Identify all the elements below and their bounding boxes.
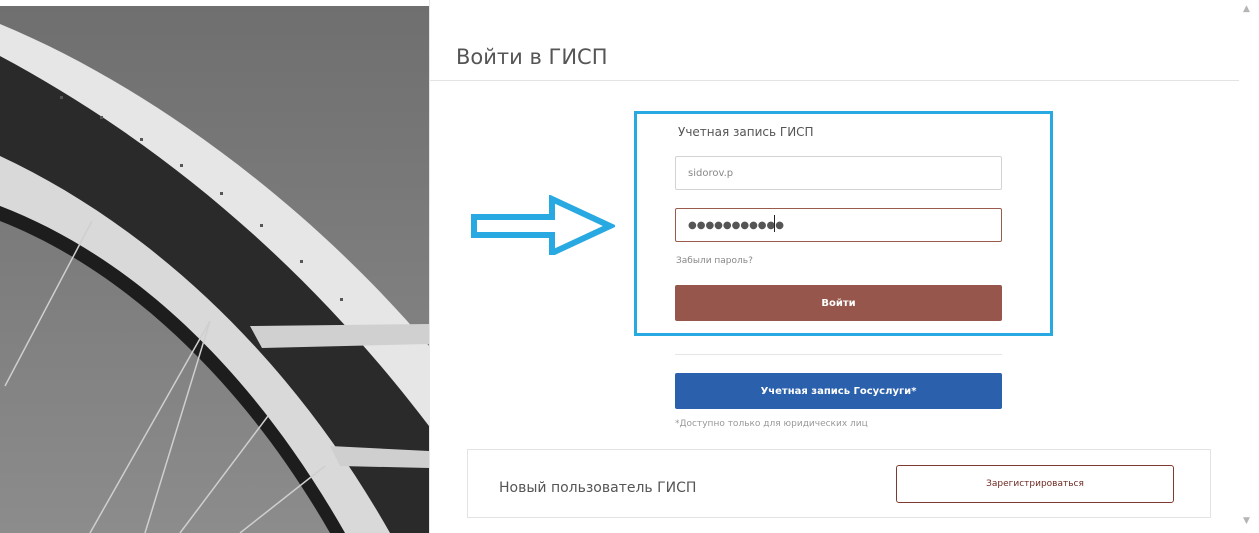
gosuslugi-login-button[interactable]: Учетная запись Госуслуги*	[675, 373, 1002, 409]
scrollbar[interactable]: ▲ ▼	[1239, 0, 1259, 533]
gosuslugi-note: *Доступно только для юридических лиц	[675, 419, 868, 429]
page-title: Войти в ГИСП	[456, 45, 608, 70]
background-photo	[0, 6, 429, 533]
account-section-label: Учетная запись ГИСП	[678, 125, 814, 139]
register-button[interactable]: Зарегистрироваться	[896, 465, 1174, 503]
login-button[interactable]: Войти	[675, 285, 1002, 321]
page-header: Войти в ГИСП	[430, 0, 1239, 81]
scroll-up-icon[interactable]: ▲	[1243, 4, 1250, 14]
forgot-password-link[interactable]: Забыли пароль?	[676, 256, 753, 266]
register-panel: Новый пользователь ГИСП Зарегистрировать…	[467, 449, 1211, 518]
annotation-arrow-icon	[470, 194, 618, 259]
password-input[interactable]	[675, 208, 1002, 242]
section-divider	[675, 354, 1002, 355]
text-cursor	[774, 215, 775, 232]
new-user-label: Новый пользователь ГИСП	[499, 480, 697, 496]
scroll-down-icon[interactable]: ▼	[1243, 516, 1250, 526]
username-input[interactable]	[675, 156, 1002, 190]
